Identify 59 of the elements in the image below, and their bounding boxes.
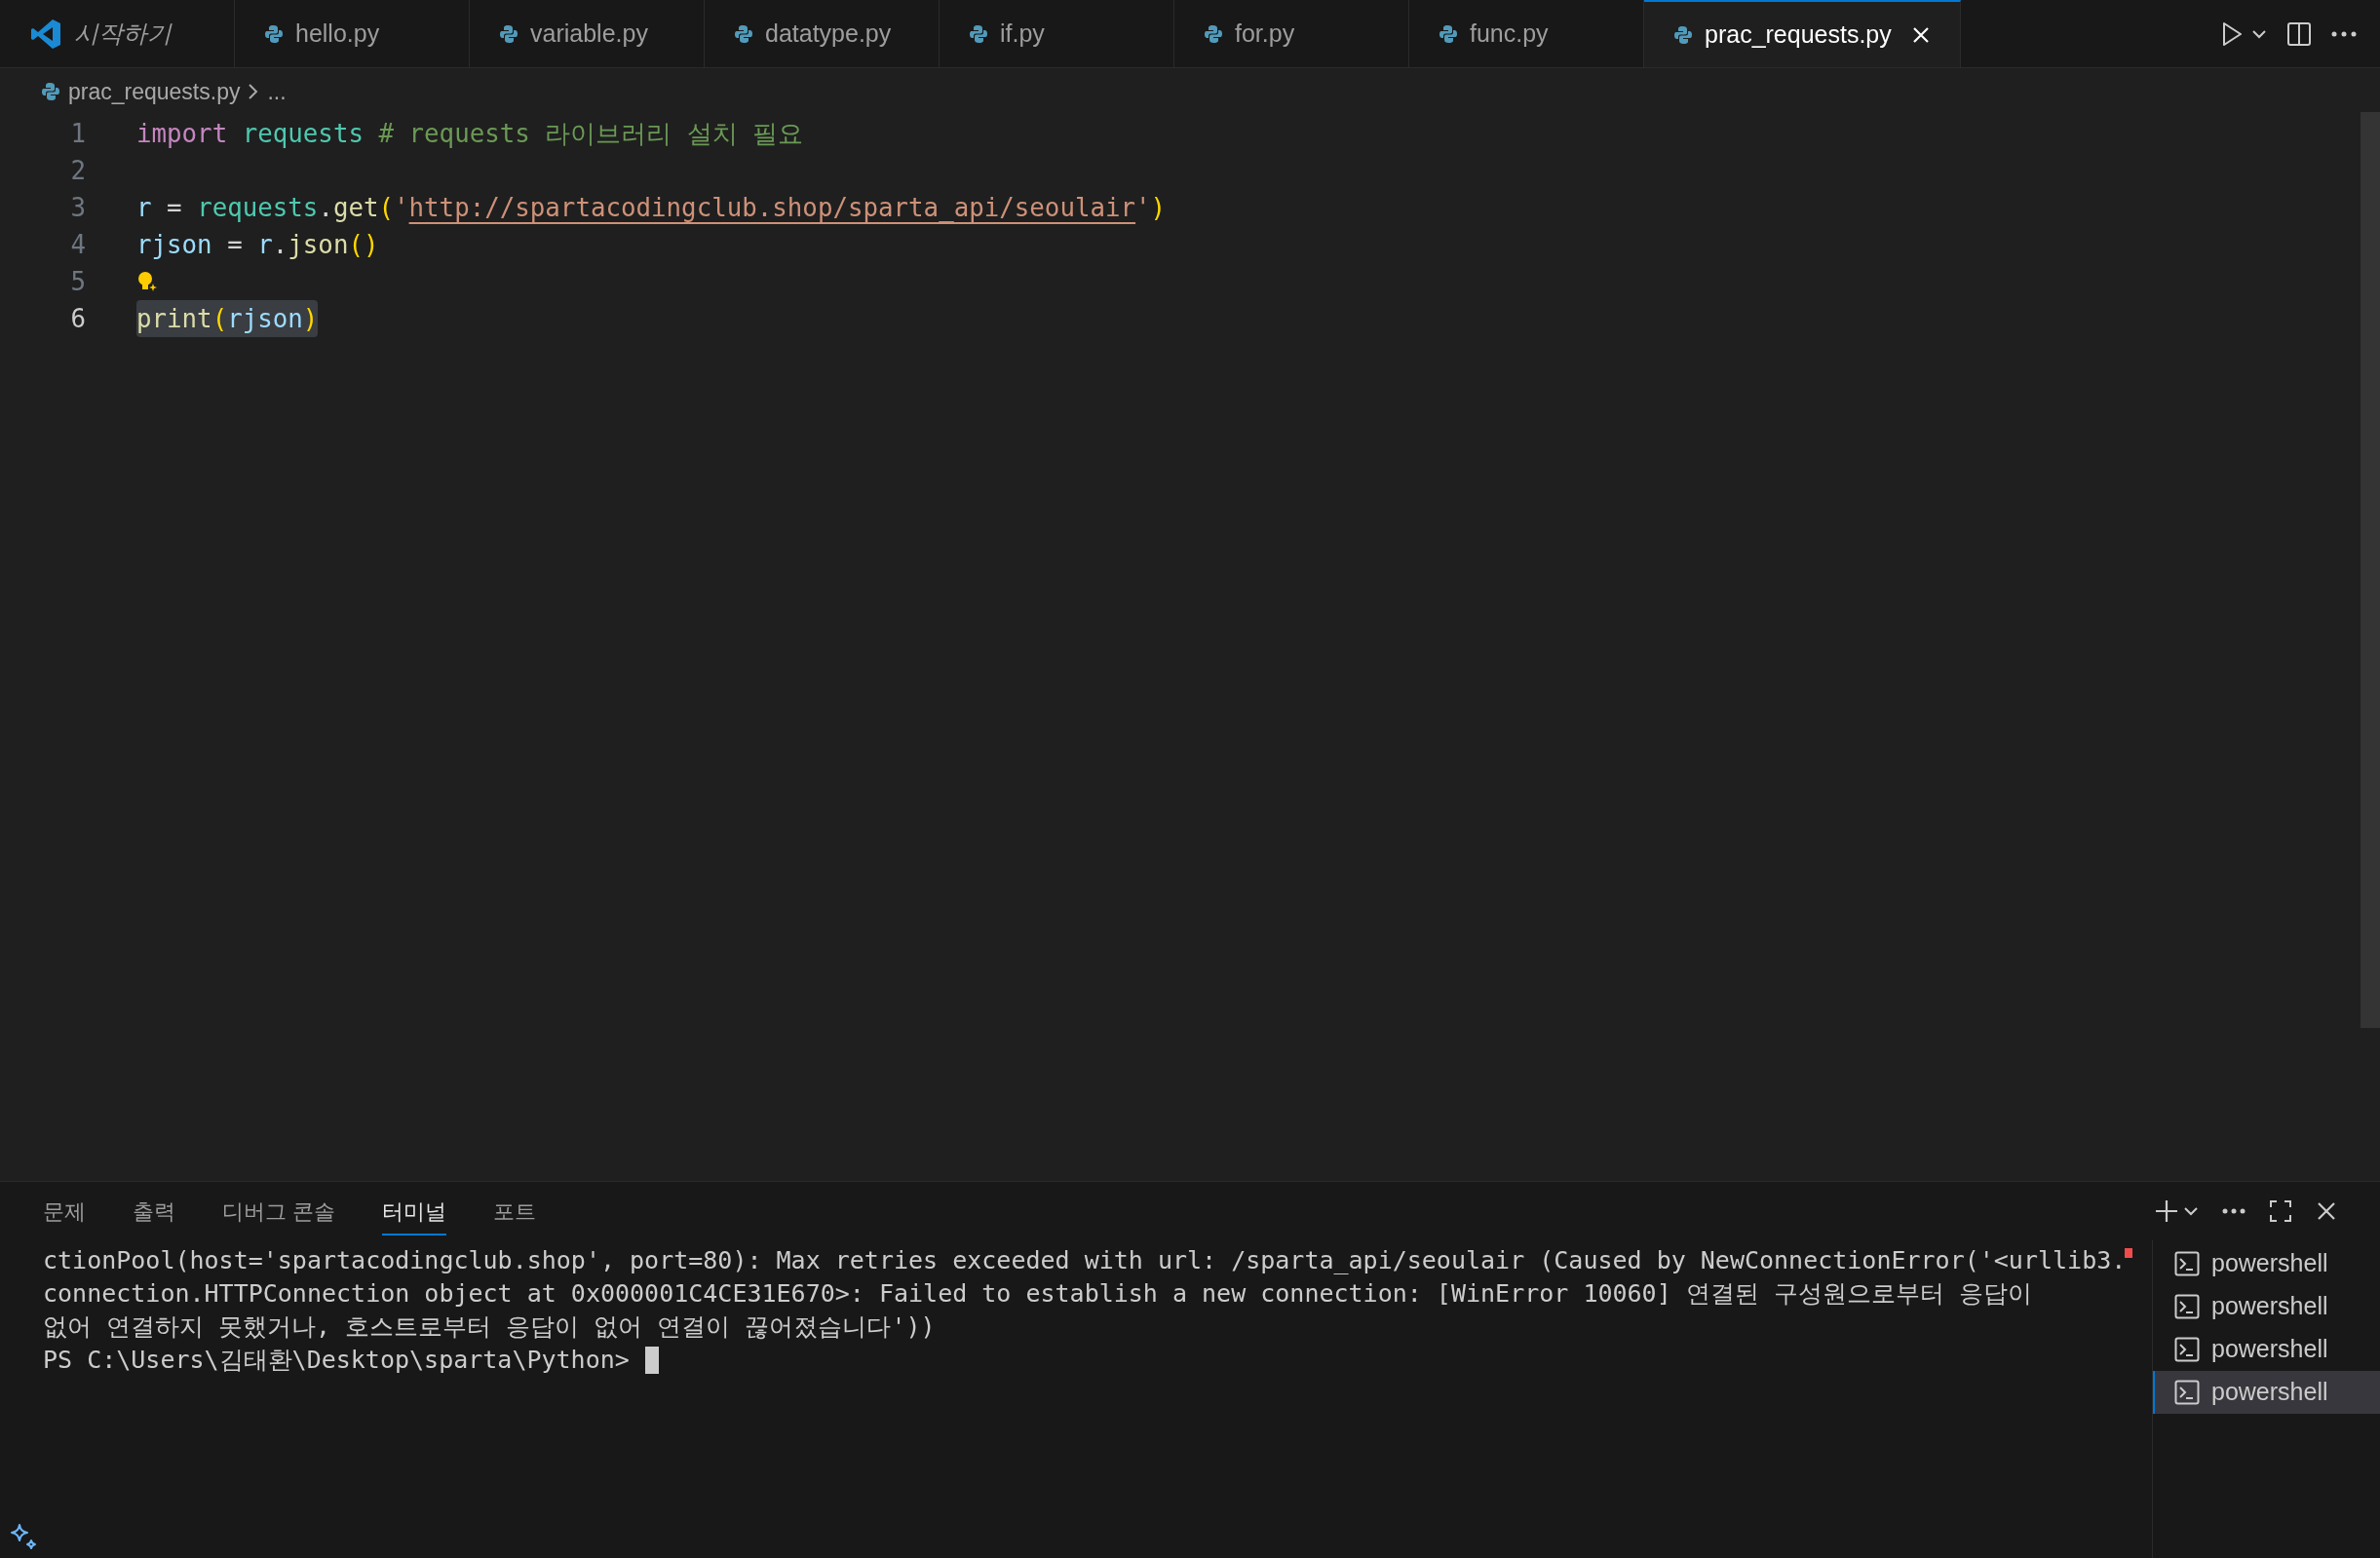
code-line: r = requests.get('http://spartacodingclub.shop/sparta_api/seoulair')	[136, 191, 1167, 224]
panel-tab[interactable]: 포트	[493, 1187, 537, 1235]
line-number: 6	[69, 302, 86, 335]
terminal-list-item[interactable]: powershell	[2153, 1285, 2380, 1328]
python-file-icon	[969, 23, 988, 44]
editor-tab[interactable]: 시작하기	[0, 0, 235, 67]
terminal-list-item[interactable]: powershell	[2153, 1242, 2380, 1285]
panel-tab[interactable]: 출력	[133, 1187, 175, 1235]
terminal-prompt: PS C:\Users\김태환\Desktop\sparta\Python>	[43, 1345, 630, 1376]
terminal-icon	[2174, 1294, 2200, 1319]
error-marker	[2125, 1248, 2132, 1258]
maximize-icon[interactable]	[2269, 1199, 2292, 1223]
close-icon[interactable]	[2316, 1200, 2337, 1222]
python-file-icon	[1673, 24, 1693, 45]
editor-tab[interactable]: variable.py	[470, 0, 705, 67]
app-logo-icon	[29, 17, 62, 51]
terminal-output-line: ctionPool(host='spartacodingclub.shop', port=80): Max retries exceeded with url: /sparta_api/seoulair (Caused by NewConnectionError('<urllib3.	[43, 1245, 2127, 1276]
panel-tab[interactable]: 디버그 콘솔	[222, 1187, 336, 1235]
line-number: 3	[69, 191, 86, 224]
more-icon[interactable]	[2331, 30, 2357, 37]
line-number: 5	[69, 265, 86, 298]
terminal-output-line: 없어 연결하지 못했거나, 호스트로부터 응답이 없어 연결이 끊어졌습니다'))	[43, 1311, 936, 1343]
panel-tab[interactable]: 터미널	[382, 1187, 447, 1235]
python-file-icon	[499, 23, 518, 44]
terminal-list-item[interactable]: powershell	[2153, 1371, 2380, 1414]
chevron-down-icon[interactable]	[2183, 1206, 2199, 1216]
line-number: 2	[69, 154, 86, 187]
python-file-icon	[41, 82, 60, 101]
editor-tab[interactable]: if.py	[940, 0, 1174, 67]
python-file-icon	[264, 23, 284, 44]
panel-tab[interactable]: 문제	[43, 1187, 86, 1235]
editor-tab[interactable]: for.py	[1174, 0, 1409, 67]
more-icon[interactable]	[2222, 1208, 2246, 1214]
breadcrumb-file[interactable]: prac_requests.py	[68, 74, 241, 109]
lightbulb-icon[interactable]	[136, 270, 158, 293]
breadcrumb-more[interactable]: ...	[267, 74, 287, 109]
chevron-down-icon[interactable]	[2251, 28, 2267, 39]
python-file-icon	[1204, 23, 1223, 44]
python-file-icon	[1439, 23, 1458, 44]
sparkle-icon[interactable]	[10, 1523, 39, 1552]
terminal-output-line: connection.HTTPConnection object at 0x000001C4CE31E670>: Failed to establish a new connection: [WinError 10060] 연결된 구성원으로부터 응답이	[43, 1278, 2032, 1310]
terminal-icon	[2174, 1380, 2200, 1405]
split-editor-icon[interactable]	[2286, 20, 2312, 47]
line-number: 1	[69, 117, 86, 150]
editor-tab[interactable]: prac_requests.py	[1644, 0, 1961, 67]
editor-tab[interactable]: datatype.py	[705, 0, 940, 67]
close-icon[interactable]	[1910, 24, 1931, 45]
terminal-list-item[interactable]: powershell	[2153, 1328, 2380, 1371]
terminal-cursor	[644, 1347, 659, 1374]
terminal-icon	[2174, 1337, 2200, 1362]
python-file-icon	[734, 23, 753, 44]
add-icon[interactable]	[2154, 1198, 2179, 1224]
code-line: import requests # requests 라이브러리 설치 필요	[136, 117, 804, 150]
run-icon[interactable]	[2220, 20, 2244, 47]
chevron-right-icon	[248, 83, 260, 100]
terminal-icon	[2174, 1251, 2200, 1276]
editor-tab[interactable]: hello.py	[235, 0, 470, 67]
line-number: 4	[69, 228, 86, 261]
code-line: rjson = r.json()	[136, 228, 379, 261]
